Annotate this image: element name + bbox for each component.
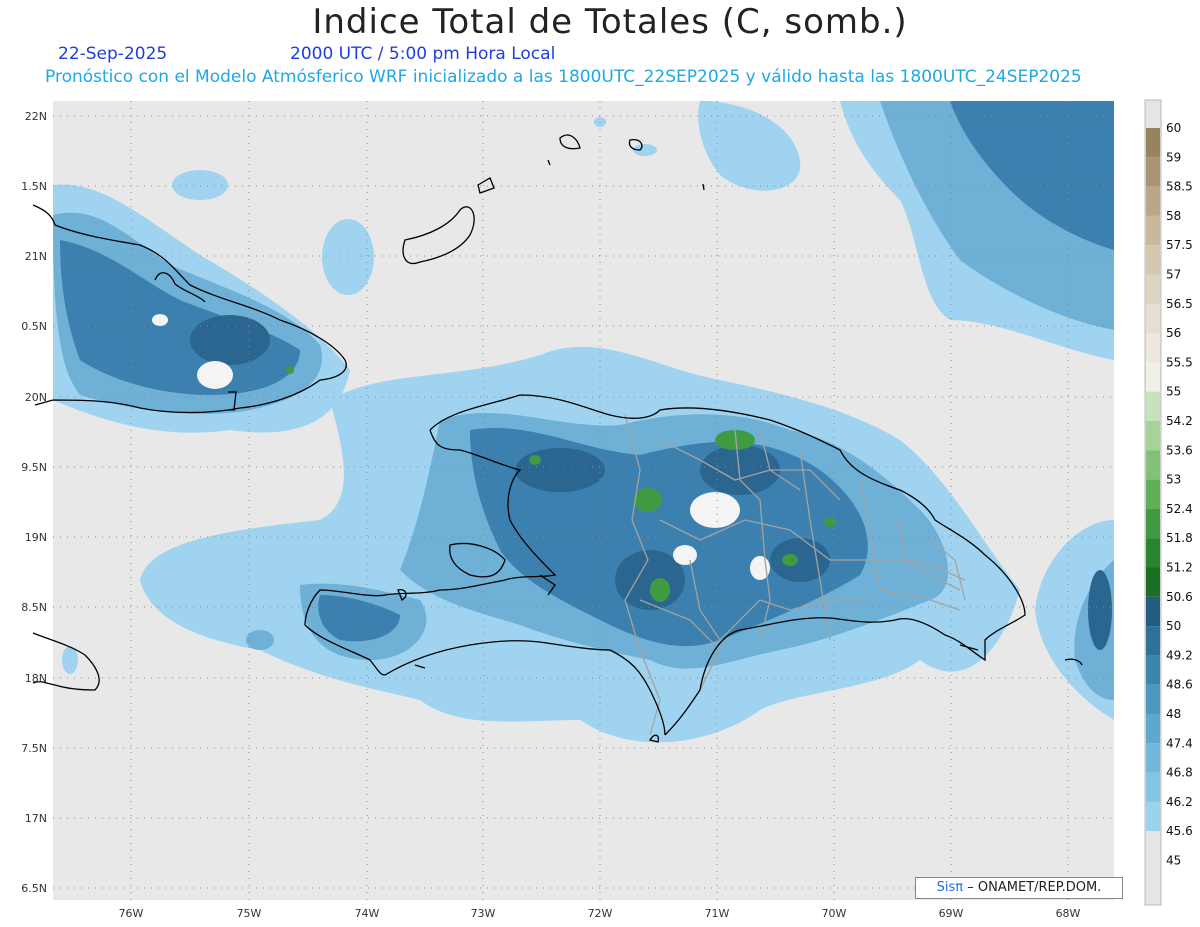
colorbar-swatch [1146,333,1160,363]
map-panel: 22N 1.5N 21N 0.5N 20N 9.5N 19N 8.5N 18N … [21,99,1193,920]
lon-label: 69W [939,907,964,920]
colorbar-label: 55.5 [1166,355,1193,369]
colorbar-label: 57 [1166,268,1181,282]
colorbar-label: 50 [1166,619,1181,633]
colorbar-label: 49.2 [1166,648,1193,662]
colorbar-label: 58 [1166,209,1181,223]
lat-label: 17N [25,812,47,825]
lon-label: 76W [119,907,144,920]
colorbar: 60 59 58.5 58 57.5 57 56.5 56 55.5 55 54.2 53.6 53 52… [1144,99,1193,906]
colorbar-label: 54.2 [1166,414,1193,428]
colorbar-swatch [1146,684,1160,714]
colorbar-swatch [1146,421,1160,451]
colorbar-swatches [1146,128,1160,861]
colorbar-label: 56 [1166,326,1181,340]
colorbar-swatch [1146,450,1160,480]
colorbar-swatch [1146,626,1160,656]
lat-label: 21N [25,250,47,263]
colorbar-label: 51.8 [1166,531,1193,545]
sispi-logo: Sisπ [936,880,964,895]
lat-label: 6.5N [21,882,47,895]
credit-box: Sisπ – ONAMET/REP.DOM. [915,877,1123,899]
lon-label: 72W [588,907,613,920]
colorbar-label: 46.2 [1166,795,1193,809]
colorbar-swatch [1146,186,1160,216]
colorbar-label: 50.6 [1166,590,1193,604]
colorbar-label: 60 [1166,121,1181,135]
colorbar-labels: 60 59 58.5 58 57.5 57 56.5 56 55.5 55 54.2 53.6 53 52… [1166,121,1193,868]
longitude-axis: 76W 75W 74W 73W 72W 71W 70W 69W 68W [119,907,1081,920]
colorbar-swatch [1146,157,1160,187]
colorbar-label: 52.4 [1166,502,1193,516]
colorbar-label: 57.5 [1166,238,1193,252]
lon-label: 75W [237,907,262,920]
colorbar-label: 47.4 [1166,736,1193,750]
colorbar-swatch [1146,655,1160,685]
lat-label: 19N [25,531,47,544]
lon-label: 68W [1056,907,1081,920]
lon-label: 71W [705,907,730,920]
lat-label: 7.5N [21,742,47,755]
colorbar-label: 56.5 [1166,297,1193,311]
lat-label: 8.5N [21,601,47,614]
colorbar-swatch [1146,303,1160,334]
lon-label: 74W [355,907,380,920]
colorbar-swatch [1146,128,1160,158]
colorbar-swatch [1146,772,1160,802]
colorbar-label: 45 [1166,854,1181,868]
colorbar-label: 53 [1166,473,1181,487]
colorbar-swatch [1146,801,1160,832]
credit-text: – ONAMET/REP.DOM. [967,880,1102,895]
colorbar-swatch [1146,538,1160,568]
colorbar-swatch [1146,362,1160,392]
colorbar-swatch [1146,567,1160,597]
colorbar-label: 45.6 [1166,824,1193,838]
colorbar-swatch [1146,479,1160,509]
colorbar-swatch [1146,596,1160,627]
colorbar-swatch [1146,215,1160,246]
colorbar-label: 53.6 [1166,443,1193,457]
colorbar-swatch [1146,714,1160,744]
lat-label: 18N [25,672,47,685]
colorbar-swatch [1146,274,1160,304]
colorbar-label: 51.2 [1166,561,1193,575]
colorbar-swatch [1146,391,1160,421]
lon-label: 70W [822,907,847,920]
colorbar-swatch [1146,508,1160,539]
colorbar-label: 58.5 [1166,180,1193,194]
colorbar-label: 48.6 [1166,678,1193,692]
colorbar-swatch [1146,831,1160,861]
lat-label: 1.5N [21,180,47,193]
latitude-axis: 22N 1.5N 21N 0.5N 20N 9.5N 19N 8.5N 18N … [21,110,47,895]
colorbar-label: 48 [1166,707,1181,721]
lat-label: 0.5N [21,320,47,333]
colorbar-swatch [1146,245,1160,275]
colorbar-label: 59 [1166,150,1181,164]
lat-label: 22N [25,110,47,123]
colorbar-label: 46.8 [1166,766,1193,780]
colorbar-label: 55 [1166,385,1181,399]
colorbar-swatch [1146,743,1160,773]
lat-label: 20N [25,391,47,404]
lat-label: 9.5N [21,461,47,474]
lon-label: 73W [471,907,496,920]
